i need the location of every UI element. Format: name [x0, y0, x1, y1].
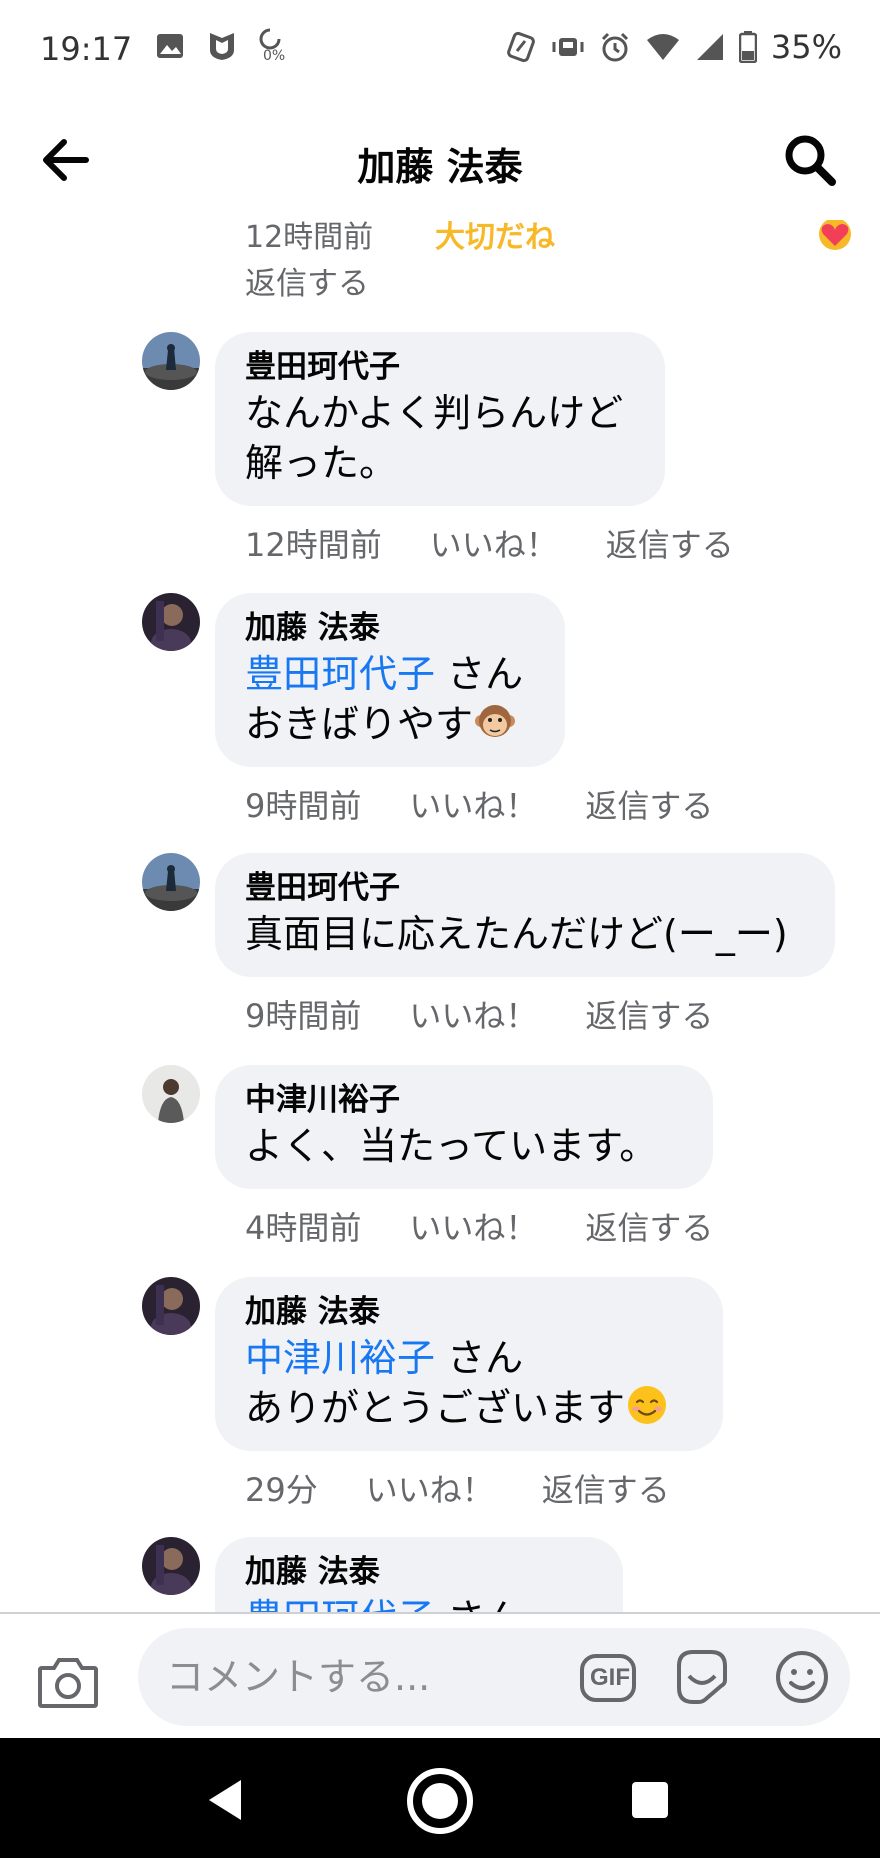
- comment-text: 豊田珂代子 さん: [245, 649, 535, 699]
- comment-actions: 4時間前 いいね！ 返信する: [245, 1203, 713, 1249]
- comment-text: 中津川裕子 さん: [245, 1333, 693, 1383]
- comment-bubble[interactable]: 豊田珂代子 なんかよく判らんけど 解った。: [215, 332, 665, 506]
- smiling-face-emoji: [628, 1386, 667, 1424]
- comment-line: ありがとうございます: [245, 1386, 626, 1430]
- wifi-icon: [646, 34, 679, 60]
- nav-back-icon[interactable]: [205, 1778, 245, 1822]
- sticker-icon: [677, 1650, 727, 1704]
- reply-link[interactable]: 返信する: [542, 1465, 670, 1511]
- status-right-icons: 35%: [505, 28, 842, 66]
- shield-icon: [210, 33, 234, 60]
- reply-link[interactable]: 返信する: [606, 520, 734, 566]
- status-bar: 19:17 0% 35%: [0, 0, 880, 100]
- page-title: 加藤 法泰: [357, 145, 523, 189]
- comment-actions: 9時間前 いいね！ 返信する: [245, 991, 713, 1037]
- data-saver-icon: 0%: [259, 28, 289, 64]
- comment-text: よく、当たっています。: [245, 1124, 658, 1168]
- comment-actions: 29分 いいね！ 返信する: [245, 1465, 670, 1511]
- status-time: 19:17: [40, 30, 133, 68]
- data-saver-text: 0%: [263, 48, 286, 64]
- mention-link[interactable]: 豊田珂代子: [245, 1596, 435, 1612]
- camera-icon: [38, 1658, 98, 1708]
- comment-author[interactable]: 豊田珂代子: [245, 867, 805, 909]
- reaction-label[interactable]: 大切だね: [435, 220, 555, 256]
- comment-composer: GIF: [0, 1614, 880, 1738]
- comment-actions: 12時間前 いいね！ 返信する: [245, 520, 734, 566]
- comment-bubble[interactable]: 加藤 法泰 豊田珂代子 さん おきばりやす: [215, 593, 565, 767]
- comment-input-box[interactable]: GIF: [138, 1628, 850, 1726]
- comment-time: 12時間前: [245, 220, 374, 255]
- like-link[interactable]: いいね！: [366, 1465, 494, 1511]
- comment-bubble[interactable]: 中津川裕子 よく、当たっています。: [215, 1065, 713, 1189]
- search-icon: [785, 135, 836, 186]
- comment-time: 29分: [245, 1471, 318, 1509]
- monkey-face-emoji: [475, 705, 516, 737]
- reply-link[interactable]: 返信する: [585, 1203, 713, 1249]
- comment-list[interactable]: 12時間前 大切だね 返信する 豊田珂代子 なんかよく判らんけど 解った。 12…: [0, 220, 880, 1612]
- gif-button[interactable]: GIF: [578, 1650, 638, 1706]
- like-link[interactable]: いいね！: [409, 991, 537, 1037]
- avatar[interactable]: [142, 853, 200, 911]
- love-reaction-icon: [819, 220, 851, 250]
- comment-time: 9時間前: [245, 997, 362, 1035]
- gif-label: GIF: [590, 1664, 630, 1691]
- comment-author[interactable]: 豊田珂代子: [245, 346, 635, 388]
- avatar[interactable]: [142, 332, 200, 390]
- battery-percent: 35%: [770, 28, 842, 66]
- comment-input[interactable]: [166, 1652, 546, 1702]
- sticker-button[interactable]: [673, 1646, 731, 1706]
- avatar[interactable]: [142, 1277, 200, 1335]
- comment-text: 解った。: [245, 441, 398, 485]
- mention-suffix: さん: [435, 1596, 523, 1612]
- status-left-icons: 0%: [155, 28, 289, 64]
- comment-actions: 9時間前 いいね！ 返信する: [245, 781, 713, 827]
- system-nav-bar: [0, 1738, 880, 1858]
- mention-link[interactable]: 中津川裕子: [245, 1336, 435, 1380]
- comment-text: ありがとうございます: [245, 1383, 693, 1433]
- reply-link[interactable]: 返信する: [585, 991, 713, 1037]
- comment-bubble[interactable]: 豊田珂代子 真面目に応えたんだけど(ー_ー): [215, 853, 835, 977]
- reply-link[interactable]: 返信する: [245, 258, 369, 303]
- signal-icon: [696, 34, 723, 60]
- mention-suffix: さん: [435, 1336, 524, 1380]
- alarm-icon: [601, 32, 628, 62]
- like-link[interactable]: いいね！: [430, 520, 558, 566]
- mention-suffix: さん: [435, 652, 524, 696]
- comment-text: 真面目に応えたんだけど(ー_ー): [245, 912, 788, 956]
- battery-icon: [738, 31, 757, 63]
- partial-comment-footer: 12時間前 大切だね: [245, 220, 865, 262]
- reply-link[interactable]: 返信する: [585, 781, 713, 827]
- vibrate-icon: [552, 38, 584, 56]
- nfc-icon: [507, 31, 535, 63]
- image-icon: [157, 34, 183, 58]
- avatar[interactable]: [142, 1537, 200, 1595]
- comment-author[interactable]: 中津川裕子: [245, 1079, 683, 1121]
- comment-bubble[interactable]: 加藤 法泰 豊田珂代子 さん: [215, 1537, 623, 1612]
- nav-home-icon[interactable]: [405, 1766, 475, 1836]
- comment-time: 4時間前: [245, 1209, 362, 1247]
- comment-bubble[interactable]: 加藤 法泰 中津川裕子 さん ありがとうございます: [215, 1277, 723, 1451]
- comment-author[interactable]: 加藤 法泰: [245, 607, 535, 649]
- comment-time: 12時間前: [245, 526, 382, 564]
- camera-button[interactable]: [36, 1654, 100, 1710]
- emoji-button[interactable]: [773, 1648, 831, 1706]
- comment-author[interactable]: 加藤 法泰: [245, 1551, 593, 1593]
- avatar[interactable]: [142, 593, 200, 651]
- nav-recents-icon[interactable]: [632, 1782, 668, 1818]
- header: 加藤 法泰: [0, 100, 880, 220]
- comment-text: 豊田珂代子 さん: [245, 1593, 593, 1612]
- mention-link[interactable]: 豊田珂代子: [245, 652, 435, 696]
- comment-text: なんかよく判らんけど: [245, 391, 624, 435]
- like-link[interactable]: いいね！: [409, 781, 537, 827]
- comment-line: おきばりやす: [245, 702, 474, 746]
- comment-time: 9時間前: [245, 787, 362, 825]
- search-button[interactable]: [780, 130, 840, 190]
- like-link[interactable]: いいね！: [409, 1203, 537, 1249]
- avatar[interactable]: [142, 1065, 200, 1123]
- comment-author[interactable]: 加藤 法泰: [245, 1291, 693, 1333]
- comment-text: おきばりやす: [245, 699, 535, 749]
- emoji-icon: [776, 1651, 828, 1703]
